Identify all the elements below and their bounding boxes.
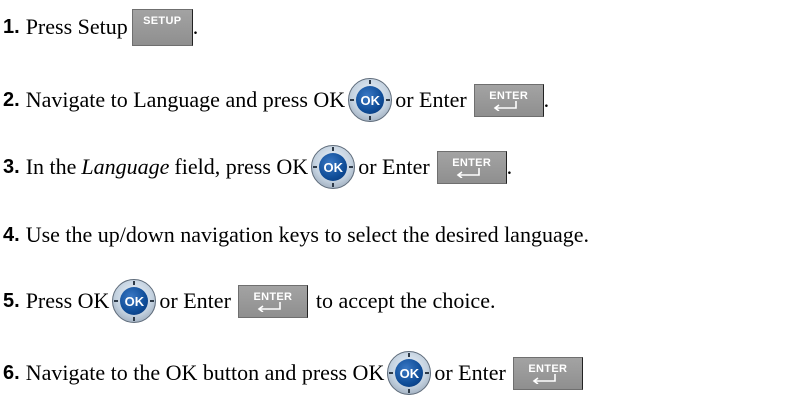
step-text: or Enter xyxy=(395,87,467,112)
step-text: or Enter xyxy=(434,360,506,385)
step-text: field, press OK xyxy=(174,154,309,179)
setup-key-icon: SETUP xyxy=(131,8,193,46)
step-5: 5. Press OK OK or Enter ENTER to accept … xyxy=(3,279,496,323)
step-6: 6. Navigate to the OK button and press O… xyxy=(3,351,583,395)
enter-key-icon: ENTER xyxy=(512,356,583,390)
step-text: Press Setup xyxy=(25,14,128,39)
return-arrow-icon xyxy=(257,301,281,312)
step-number: 3. xyxy=(3,156,20,178)
return-arrow-icon xyxy=(532,373,556,384)
step-text: Use the up/down navigation keys to selec… xyxy=(25,222,589,247)
step-period: . xyxy=(192,14,199,39)
ok-button-icon: OK xyxy=(387,351,432,395)
enter-key-icon: ENTER xyxy=(436,150,507,184)
step-number: 4. xyxy=(3,224,20,246)
step-text: or Enter xyxy=(159,288,231,313)
setup-key-label: SETUP xyxy=(143,14,182,27)
step-text: Navigate to the OK button and press OK xyxy=(25,360,385,385)
step-period: . xyxy=(506,154,513,179)
step-text: In the xyxy=(25,154,77,179)
step-text: to accept the choice. xyxy=(315,288,496,313)
step-text: Navigate to Language and press OK xyxy=(25,87,346,112)
step-number: 2. xyxy=(3,89,20,111)
return-arrow-icon xyxy=(456,167,480,178)
enter-key-icon: ENTER xyxy=(473,83,544,117)
field-name: Language xyxy=(81,154,170,179)
step-3: 3. In the Language field, press OK OK or… xyxy=(3,145,513,189)
enter-key-icon: ENTER xyxy=(237,284,308,318)
ok-button-icon: OK xyxy=(112,279,157,323)
step-1: 1. Press Setup SETUP . xyxy=(3,7,198,47)
ok-button-label: OK xyxy=(395,359,424,387)
ok-button-label: OK xyxy=(319,153,348,181)
step-4: 4. Use the up/down navigation keys to se… xyxy=(3,215,589,255)
step-2: 2. Navigate to Language and press OK OK … xyxy=(3,78,550,122)
step-number: 6. xyxy=(3,362,20,384)
step-number: 5. xyxy=(3,290,20,312)
ok-button-label: OK xyxy=(356,86,385,114)
step-text: Press OK xyxy=(25,288,110,313)
step-number: 1. xyxy=(3,16,20,38)
ok-button-icon: OK xyxy=(348,78,393,122)
ok-button-icon: OK xyxy=(311,145,356,189)
return-arrow-icon xyxy=(493,100,517,111)
ok-button-label: OK xyxy=(120,287,149,315)
step-period: . xyxy=(543,87,550,112)
step-text: or Enter xyxy=(358,154,430,179)
